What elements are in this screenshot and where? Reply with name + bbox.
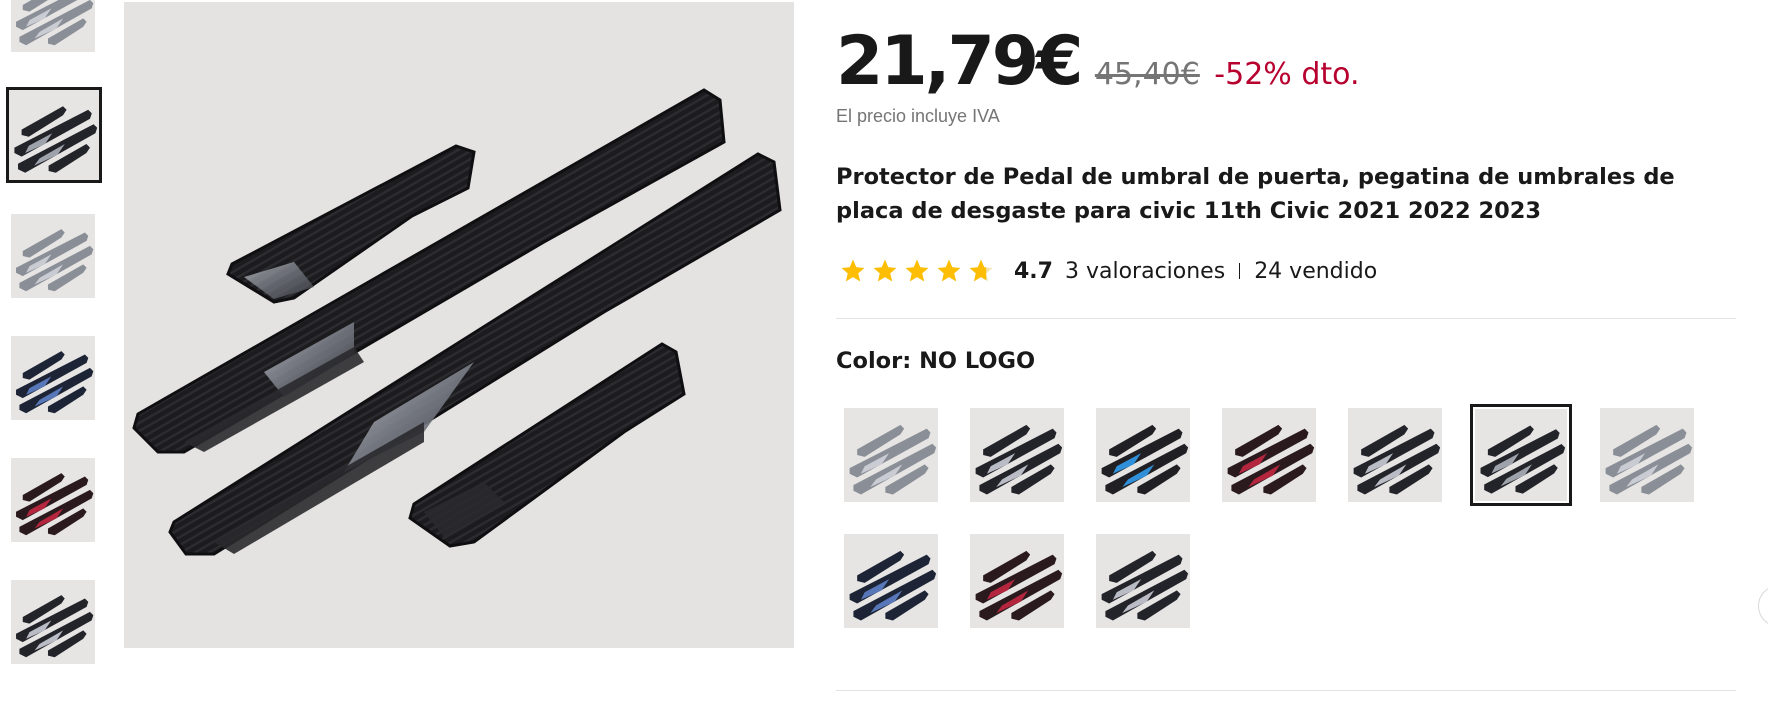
color-swatch-image	[844, 534, 938, 628]
scroll-next-button[interactable]	[1758, 585, 1768, 627]
gallery-thumbnail-selected[interactable]	[6, 87, 102, 183]
reviews-count-link[interactable]: 3 valoraciones	[1065, 259, 1225, 284]
color-swatch-image	[970, 534, 1064, 628]
door-sill-plates-photo	[124, 2, 794, 648]
gallery-thumbnail[interactable]	[9, 578, 97, 666]
product-title: Protector de Pedal de umbral de puerta, …	[836, 164, 1675, 224]
star-partial-icon	[969, 259, 993, 282]
discount-label: -52% dto.	[1214, 57, 1360, 92]
color-swatch-image	[970, 408, 1064, 502]
main-product-image[interactable]	[124, 2, 794, 648]
star-full-icon	[841, 259, 865, 282]
original-price: 45,40€	[1094, 57, 1200, 92]
color-swatch[interactable]	[1596, 404, 1698, 506]
tax-note: El precio incluye IVA	[836, 106, 1000, 126]
color-swatch[interactable]	[966, 530, 1068, 632]
color-swatch-image	[844, 408, 938, 502]
rating-stars	[840, 258, 1000, 284]
color-swatch-image	[1096, 408, 1190, 502]
color-swatch-selected[interactable]	[1470, 404, 1572, 506]
thumbnail-rail	[0, 0, 110, 710]
color-swatch-image	[1600, 408, 1694, 502]
color-swatch[interactable]	[1092, 530, 1194, 632]
color-swatch-image	[1475, 409, 1567, 501]
color-swatch[interactable]	[840, 404, 942, 506]
rating-separator	[1239, 263, 1241, 279]
color-swatch-image	[1096, 534, 1190, 628]
color-swatch[interactable]	[966, 404, 1068, 506]
color-swatch-image	[1348, 408, 1442, 502]
gallery-thumbnail[interactable]	[9, 334, 97, 422]
section-divider	[836, 690, 1736, 691]
price-row: 21,79€ 45,40€ -52% dto.	[836, 22, 1360, 101]
star-full-icon	[905, 259, 929, 282]
product-info-panel: 21,79€ 45,40€ -52% dto. El precio incluy…	[836, 0, 1736, 710]
gallery-thumbnail[interactable]	[9, 0, 97, 54]
color-swatch[interactable]	[1344, 404, 1446, 506]
rating-row: 4.7 3 valoraciones 24 vendido	[840, 256, 1377, 286]
rating-value: 4.7	[1014, 258, 1053, 284]
star-full-icon	[937, 259, 961, 282]
color-option-label: Color: NO LOGO	[836, 348, 1036, 374]
color-swatch[interactable]	[840, 530, 942, 632]
color-swatch[interactable]	[1218, 404, 1320, 506]
star-full-icon	[873, 259, 897, 282]
current-price: 21,79€	[836, 22, 1083, 101]
color-swatch[interactable]	[1092, 404, 1194, 506]
color-swatch-image	[1222, 408, 1316, 502]
section-divider	[836, 318, 1736, 319]
gallery-thumbnail[interactable]	[9, 212, 97, 300]
gallery-thumbnail[interactable]	[9, 456, 97, 544]
sold-count: 24 vendido	[1254, 258, 1378, 284]
